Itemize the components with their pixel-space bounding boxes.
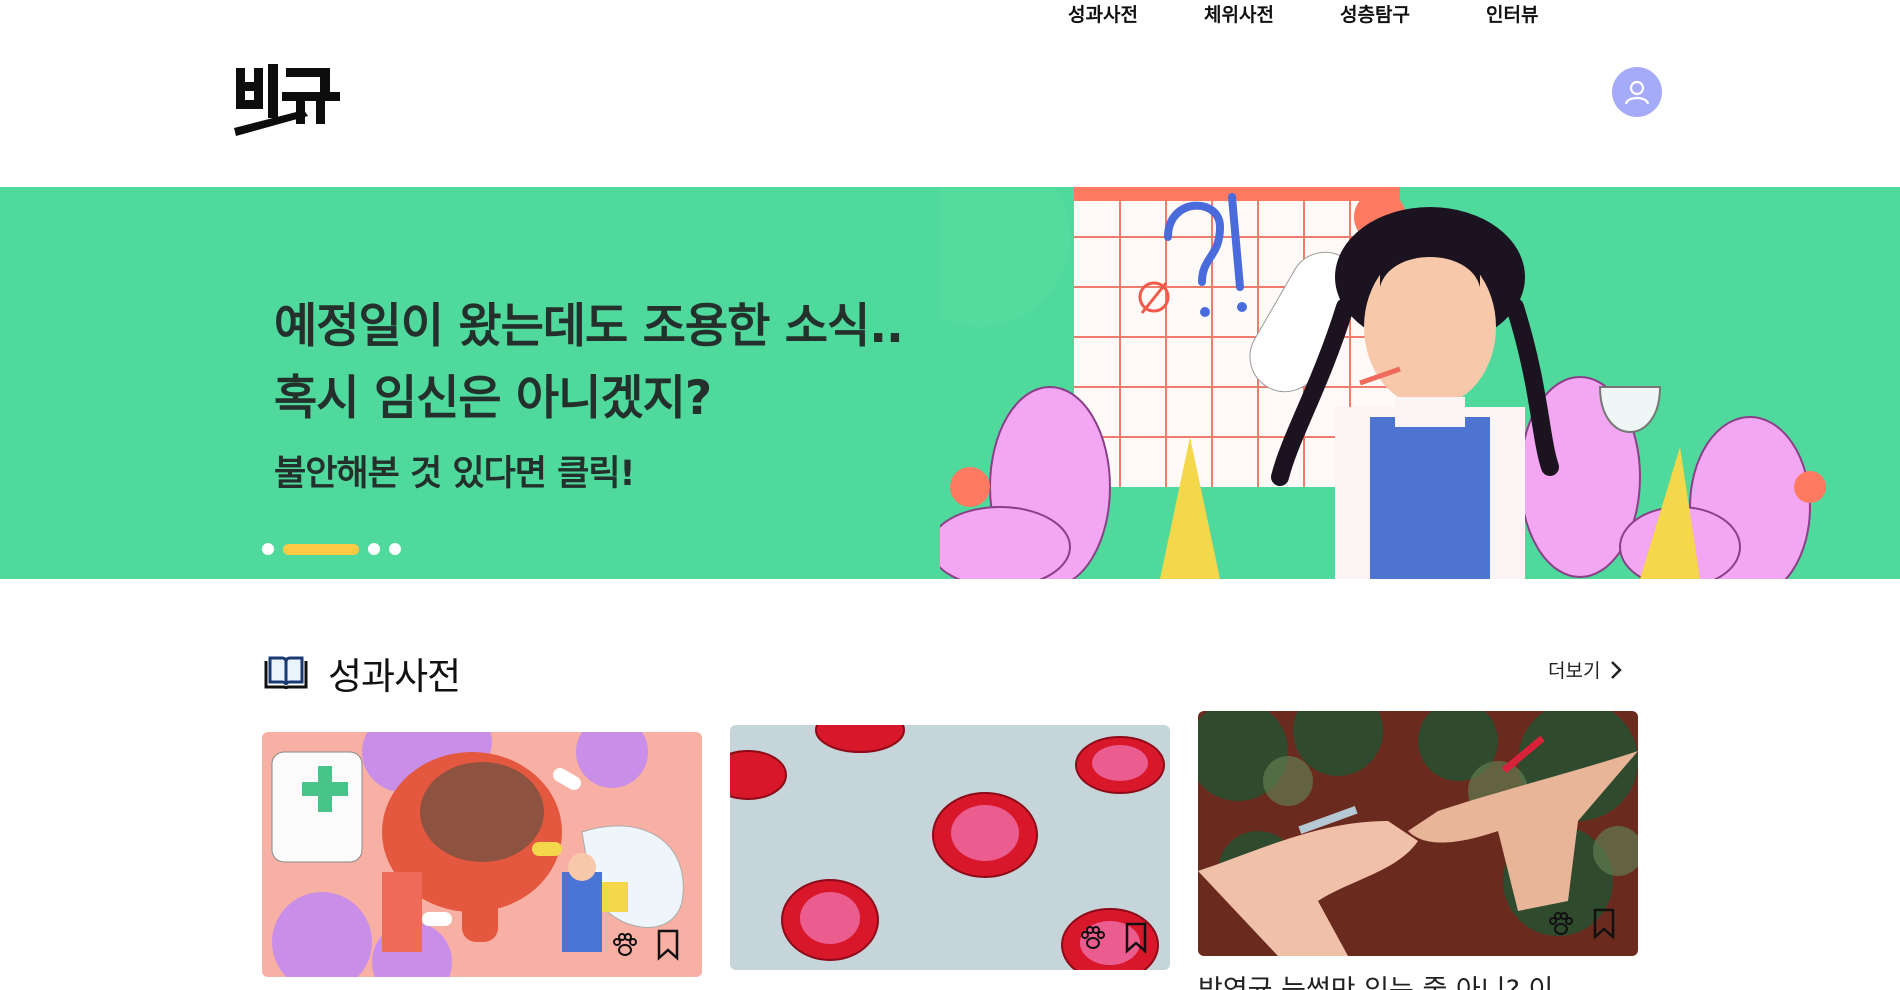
banner-cta-text[interactable]: 불안해본 것 있다면 클릭! xyxy=(274,445,636,496)
user-avatar-button[interactable] xyxy=(1612,67,1662,117)
carousel-dot-3[interactable] xyxy=(368,543,380,555)
section-header: 성과사전 xyxy=(262,646,461,700)
bookmark-icon[interactable] xyxy=(1592,908,1616,940)
card-actions xyxy=(1548,908,1616,940)
article-card-3[interactable] xyxy=(1198,711,1638,956)
carousel-dot-4[interactable] xyxy=(389,543,401,555)
nav-item-position-dictionary[interactable]: 체위사전 xyxy=(1204,0,1274,27)
article-card-1[interactable] xyxy=(262,732,702,977)
banner-headline-1: 예정일이 왔는데도 조용한 소식.. xyxy=(274,299,904,354)
carousel-indicators xyxy=(262,543,401,555)
see-more-link[interactable]: 더보기 xyxy=(1548,656,1623,683)
carousel-dot-1[interactable] xyxy=(262,543,274,555)
bookmark-icon[interactable] xyxy=(1124,922,1148,954)
card-actions xyxy=(1080,922,1148,954)
logo[interactable] xyxy=(234,58,344,136)
article-card-3-title[interactable]: 방역균 능썼만 있는 줄 아니? 이 xyxy=(1198,968,1638,990)
book-icon xyxy=(264,656,308,690)
bookmark-icon[interactable] xyxy=(656,929,680,961)
see-more-label: 더보기 xyxy=(1548,660,1601,682)
chevron-right-icon xyxy=(1611,660,1623,679)
section-title: 성과사전 xyxy=(328,655,461,698)
article-card-2[interactable] xyxy=(730,725,1170,970)
user-icon xyxy=(1624,80,1650,105)
nav-item-seonggwa-dictionary[interactable]: 성과사전 xyxy=(1068,0,1138,27)
card-actions xyxy=(612,929,680,961)
banner-illustration xyxy=(940,187,1826,579)
banner-headline-2: 혹시 임신은 아니겠지? xyxy=(274,371,712,426)
paw-icon[interactable] xyxy=(1080,926,1106,950)
hero-banner[interactable]: 예정일이 왔는데도 조용한 소식.. 혹시 임신은 아니겠지? 불안해본 것 있… xyxy=(0,187,1900,579)
paw-icon[interactable] xyxy=(1548,912,1574,936)
site-header: 성과사전 체위사전 성층탐구 인터뷰 xyxy=(0,0,1900,187)
nav-item-layer-exploration[interactable]: 성층탐구 xyxy=(1340,0,1410,27)
paw-icon[interactable] xyxy=(612,933,638,957)
nav-item-interview[interactable]: 인터뷰 xyxy=(1486,0,1538,27)
carousel-dot-2-active[interactable] xyxy=(283,543,359,555)
